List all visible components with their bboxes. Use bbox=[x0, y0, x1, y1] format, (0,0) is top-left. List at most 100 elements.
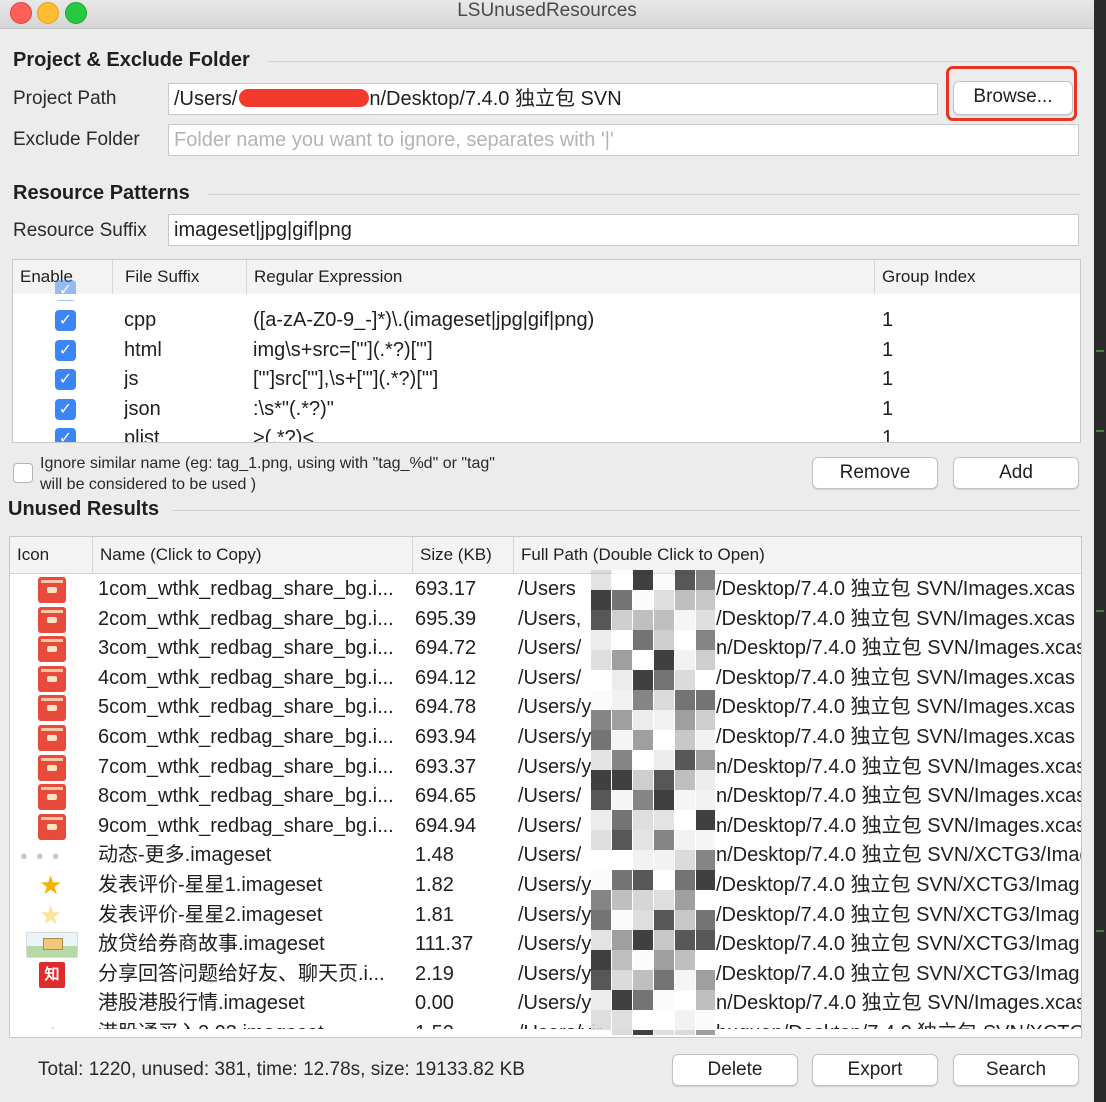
delete-button[interactable]: Delete bbox=[672, 1054, 798, 1086]
path-tail-cell: n/Desktop/7.4.0 独立包 SVN/Images.xcas bbox=[716, 814, 1082, 837]
file-size-cell: 2.19 bbox=[415, 962, 454, 985]
table-row[interactable]: ●●● 动态-更多.imageset 1.48/Users/n/Desktop/7.… bbox=[10, 841, 1081, 871]
enable-checkbox[interactable]: ✓ bbox=[55, 428, 76, 442]
path-tail-cell: n/Desktop/7.4.0 独立包 SVN/Images.xcas bbox=[716, 992, 1082, 1015]
table-row[interactable]: 8com_wthk_redbag_share_bg.i... 694.65/Use… bbox=[10, 782, 1081, 812]
path-head-cell: /Users/y bbox=[518, 874, 592, 896]
table-row[interactable]: 知分享回答问题给好友、聊天页.i... 2.19/Users/y ​/Desktop… bbox=[10, 960, 1081, 990]
add-button[interactable]: Add bbox=[953, 457, 1079, 489]
file-size-cell: 694.78 bbox=[415, 696, 477, 719]
col-icon[interactable]: Icon bbox=[10, 537, 93, 573]
project-path-input[interactable]: /Users/n/Desktop/7.4.0 独立包 SVN bbox=[168, 83, 938, 115]
path-head-cell: /Users/y bbox=[518, 755, 592, 778]
path-tail-cell: n/Desktop/7.4.0 独立包 SVN/XCTG3/Imag bbox=[716, 844, 1082, 867]
path-head-cell: /Users/y bbox=[518, 696, 592, 719]
file-name-cell: 2com_wthk_redbag_share_bg.i... bbox=[98, 607, 394, 630]
file-name-cell: 分享回答问题给好友、聊天页.i... bbox=[98, 962, 385, 985]
table-row[interactable]: 3com_wthk_redbag_share_bg.i... 694.72/Use… bbox=[10, 634, 1081, 664]
regex-cell: >(.*?)< bbox=[253, 427, 315, 443]
patterns-table: Enable File Suffix Regular Expression Gr… bbox=[12, 259, 1081, 443]
path-tail-cell: ​/Desktop/7.4.0 独立包 SVN/XCTG3/Imag bbox=[716, 874, 1080, 896]
file-name-cell: 放贷给券商故事.imageset bbox=[98, 933, 325, 956]
browse-highlight bbox=[946, 66, 1077, 121]
path-head-cell: /Users/y bbox=[518, 903, 592, 926]
group-index-cell: 1 bbox=[882, 427, 894, 443]
file-size-cell: 694.72 bbox=[415, 637, 477, 660]
path-tail-cell: /Desktop/7.4.0 独立包 SVN/XCTG3/Imag bbox=[716, 933, 1080, 956]
path-tail-cell: n/Desktop/7.4.0 独立包 SVN/Images.xcas bbox=[716, 637, 1082, 660]
results-section-title: Unused Results bbox=[8, 498, 160, 520]
table-row[interactable]: 2com_wthk_redbag_share_bg.i... 695.39/Use… bbox=[10, 605, 1081, 635]
path-head-cell: /Users/ bbox=[518, 844, 582, 867]
table-row[interactable]: ✓ json :\s*"(.*?)" 1 bbox=[13, 395, 1080, 425]
group-index-cell: 1 bbox=[882, 397, 894, 420]
table-row[interactable]: ✓ js ["']src["'],\s+["'](.*?)["'] 1 bbox=[13, 365, 1080, 395]
project-path-label: Project Path bbox=[13, 88, 117, 109]
path-head-cell: /Users/ bbox=[518, 785, 582, 808]
regex-cell: ([a-zA-Z0-9_-]*)\.(imageset|jpg|gif|png) bbox=[253, 309, 595, 331]
enable-checkbox[interactable]: ✓ bbox=[55, 310, 76, 331]
path-head-cell: /Users/ bbox=[518, 814, 582, 837]
path-tail-cell: /Desktop/7.4.0 独立包 SVN/Images.xcas bbox=[716, 578, 1076, 600]
redaction-mark bbox=[239, 89, 370, 107]
title-bar: LSUnusedResources bbox=[0, 0, 1094, 29]
file-name-cell: 3com_wthk_redbag_share_bg.i... bbox=[98, 637, 394, 660]
path-tail-cell: n/Desktop/7.4.0 独立包 SVN/Images.xcas bbox=[716, 755, 1082, 778]
path-redaction-mosaic bbox=[591, 570, 715, 1035]
table-row[interactable]: 9com_wthk_redbag_share_bg.i... 694.94/Use… bbox=[10, 812, 1081, 842]
path-head-cell: /Users/ bbox=[518, 637, 582, 660]
project-section-title: Project & Exclude Folder bbox=[13, 49, 250, 71]
remove-button[interactable]: Remove bbox=[812, 457, 938, 489]
col-full-path[interactable]: Full Path (Double Click to Open) bbox=[514, 537, 1081, 573]
table-row[interactable]: 1com_wthk_redbag_share_bg.i... 693.17/Use… bbox=[10, 575, 1081, 605]
ignore-similar-checkbox[interactable] bbox=[13, 463, 33, 483]
ignore-similar-label: Ignore similar name (eg: tag_1.png, usin… bbox=[40, 455, 495, 493]
file-size-cell: 695.39 bbox=[415, 607, 477, 630]
export-button[interactable]: Export bbox=[812, 1054, 938, 1086]
path-head-cell: /Users/y bbox=[518, 933, 592, 956]
file-name-cell: 1com_wthk_redbag_share_bg.i... bbox=[98, 578, 394, 600]
window-title: LSUnusedResources bbox=[457, 0, 637, 21]
exclude-folder-input[interactable]: Folder name you want to ignore, separate… bbox=[168, 124, 1079, 156]
exclude-folder-label: Exclude Folder bbox=[13, 129, 140, 150]
table-row[interactable]: 7com_wthk_redbag_share_bg.i... 693.37/Use… bbox=[10, 753, 1081, 783]
path-head-cell: /Users/ bbox=[518, 666, 582, 689]
path-tail-cell: ​/Desktop/7.4.0 独立包 SVN/Images.xcas bbox=[716, 666, 1076, 689]
file-size-cell: 1.48 bbox=[415, 844, 454, 867]
path-prefix: /Users/ bbox=[174, 88, 238, 110]
table-row[interactable]: 放贷给券商故事.imageset 111.37/Users/y/Desktop/7… bbox=[10, 930, 1081, 960]
search-button[interactable]: Search bbox=[953, 1054, 1079, 1086]
path-tail-cell: /Desktop/7.4.0 独立包 SVN/Images.xcas bbox=[716, 696, 1076, 719]
col-name[interactable]: Name (Click to Copy) bbox=[93, 537, 413, 573]
file-suffix-cell: js bbox=[124, 368, 139, 390]
path-head-cell: /Users bbox=[518, 578, 576, 600]
file-name-cell: 4com_wthk_redbag_share_bg.i... bbox=[98, 666, 394, 689]
table-row[interactable]: 5com_wthk_redbag_share_bg.i... 694.78/Use… bbox=[10, 693, 1081, 723]
background-window-edge bbox=[1094, 0, 1106, 1102]
file-size-cell: 693.94 bbox=[415, 726, 477, 748]
file-size-cell: 694.12 bbox=[415, 666, 477, 689]
group-index-cell: 1 bbox=[882, 368, 894, 390]
path-tail-cell: n/Desktop/7.4.0 独立包 SVN/Images.xcas bbox=[716, 785, 1082, 808]
table-row[interactable]: ✓ plist >(.*?)< 1 bbox=[13, 424, 1080, 443]
table-row[interactable]: 6com_wthk_redbag_share_bg.i... 693.94/Use… bbox=[10, 723, 1081, 753]
patterns-section-title: Resource Patterns bbox=[13, 182, 190, 204]
file-name-cell: 5com_wthk_redbag_share_bg.i... bbox=[98, 696, 394, 719]
table-row[interactable]: ✓ html img\s+src=["'](.*?)["'] 1 bbox=[13, 336, 1080, 366]
path-head-cell: /Users/y bbox=[518, 726, 592, 748]
file-size-cell: 694.65 bbox=[415, 785, 477, 808]
col-size[interactable]: Size (KB) bbox=[413, 537, 514, 573]
group-index-cell: 1 bbox=[882, 338, 894, 361]
file-suffix-cell: cpp bbox=[124, 309, 157, 331]
enable-checkbox[interactable]: ✓ bbox=[55, 369, 76, 390]
table-row[interactable]: ✓ cpp ([a-zA-Z0-9_-]*)\.(imageset|jpg|gi… bbox=[13, 306, 1080, 336]
path-head-cell: /Users, bbox=[518, 607, 582, 630]
file-suffix-cell: html bbox=[124, 338, 162, 361]
resource-suffix-input[interactable]: imageset|jpg|gif|png bbox=[168, 214, 1079, 246]
enable-checkbox[interactable]: ✓ bbox=[55, 339, 76, 361]
table-row[interactable]: 4com_wthk_redbag_share_bg.i... 694.12/Use… bbox=[10, 664, 1081, 694]
table-row[interactable]: ★ 发表评价-星星2.imageset 1.81/Users/y/Desktop/7… bbox=[10, 900, 1081, 931]
table-row[interactable]: ★ 发表评价-星星1.imageset 1.82/Users/y ​/Desktop/… bbox=[10, 871, 1081, 901]
table-row[interactable]: 港股港股行情.imageset 0.00/Users/y n/Desktop/7.4… bbox=[10, 989, 1081, 1019]
enable-checkbox[interactable]: ✓ bbox=[55, 398, 76, 420]
